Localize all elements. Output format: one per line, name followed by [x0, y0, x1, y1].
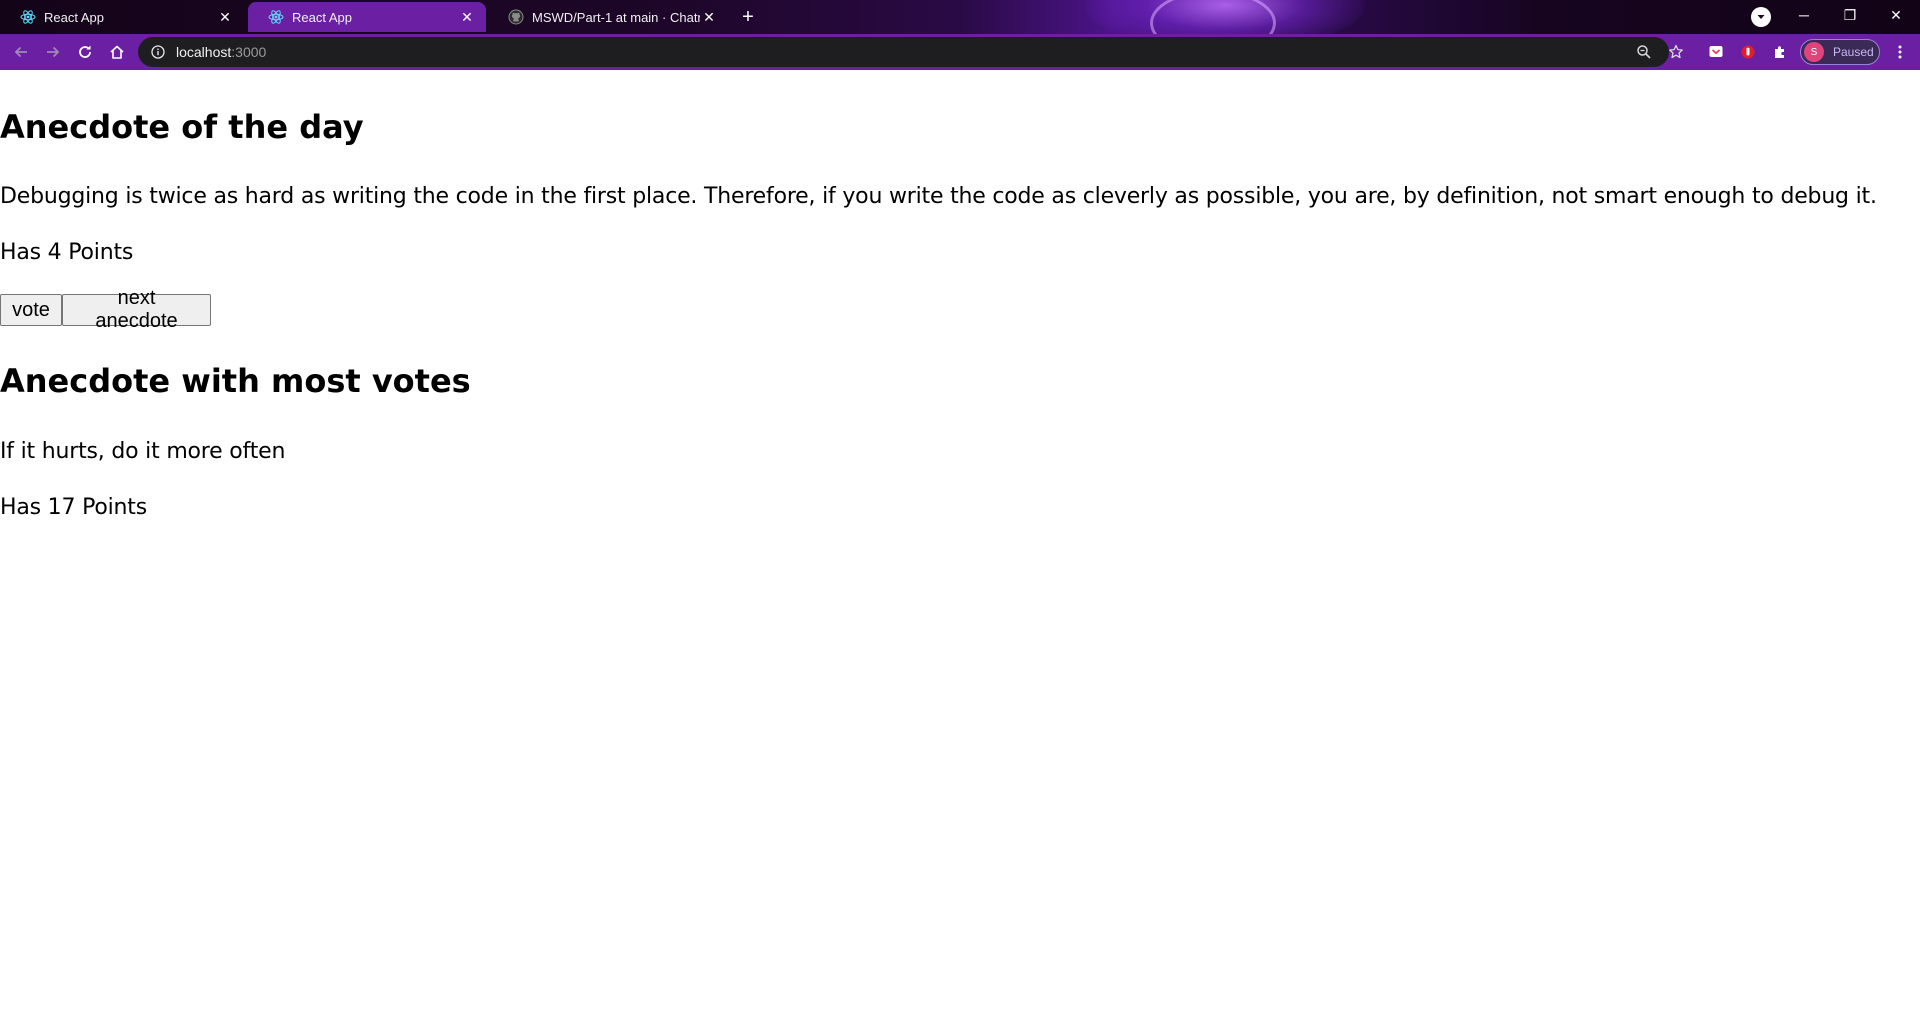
- avatar: S: [1804, 42, 1824, 62]
- close-window-button[interactable]: ✕: [1873, 0, 1919, 30]
- browser-toolbar: localhost:3000 S Paused: [0, 34, 1920, 70]
- arrow-right-icon: [47, 46, 60, 58]
- tab-title: React App: [292, 9, 352, 25]
- minimize-button[interactable]: ─: [1781, 0, 1827, 30]
- address-bar[interactable]: localhost:3000: [138, 37, 1669, 67]
- react-icon: [268, 9, 284, 25]
- extension-pocket[interactable]: [1704, 40, 1728, 64]
- browser-tab-strip: React App ✕ React App ✕ MSWD/Part-1 at m…: [0, 0, 1920, 34]
- profile-button[interactable]: S Paused: [1800, 39, 1880, 65]
- zoom-button[interactable]: [1632, 40, 1656, 64]
- reload-icon: [79, 45, 91, 58]
- tab-github-mswd[interactable]: MSWD/Part-1 at main · Chatnasu ✕: [488, 2, 728, 32]
- home-button[interactable]: [105, 40, 129, 64]
- most-votes-heading: Anecdote with most votes: [0, 362, 471, 400]
- arrow-left-icon: [14, 46, 27, 58]
- tab-search-button[interactable]: [1751, 7, 1771, 27]
- vote-button[interactable]: vote: [0, 294, 62, 326]
- top-anecdote-text: If it hurts, do it more often: [0, 439, 286, 464]
- close-icon[interactable]: ✕: [216, 8, 234, 26]
- tab-title: React App: [44, 9, 104, 25]
- info-icon[interactable]: [150, 44, 166, 60]
- puzzle-icon: [1775, 46, 1784, 58]
- bookmark-button[interactable]: [1664, 40, 1688, 64]
- forward-button[interactable]: [41, 40, 65, 64]
- anecdote-text: Debugging is twice as hard as writing th…: [0, 184, 1877, 209]
- new-tab-button[interactable]: +: [737, 6, 759, 28]
- browser-menu-button[interactable]: [1888, 40, 1912, 64]
- react-icon: [20, 9, 36, 25]
- reload-button[interactable]: [73, 40, 97, 64]
- close-icon[interactable]: ✕: [700, 8, 718, 26]
- back-button[interactable]: [9, 40, 33, 64]
- extensions-button[interactable]: [1768, 40, 1792, 64]
- more-vertical-icon: [1898, 45, 1902, 59]
- url-host: localhost: [176, 44, 232, 60]
- profile-status: Paused: [1833, 45, 1874, 59]
- next-anecdote-button[interactable]: next anecdote: [62, 287, 211, 332]
- anecdote-of-the-day-heading: Anecdote of the day: [0, 108, 364, 146]
- zoom-icon: [1637, 45, 1651, 59]
- star-icon: [1669, 44, 1683, 59]
- anecdote-points: Has 4 Points: [0, 240, 134, 265]
- chevron-down-icon: [1757, 15, 1765, 19]
- pocket-icon: [1709, 46, 1723, 57]
- theme-background-art-ring: [1150, 0, 1276, 34]
- extension-shield[interactable]: [1736, 40, 1760, 64]
- top-anecdote-points: Has 17 Points: [0, 495, 147, 520]
- home-icon: [110, 45, 124, 59]
- url-port: :3000: [231, 44, 267, 60]
- tab-react-app-1[interactable]: React App ✕: [0, 2, 244, 32]
- tab-react-app-2[interactable]: React App ✕: [248, 2, 486, 32]
- restore-button[interactable]: ❐: [1827, 0, 1873, 30]
- page-viewport: Anecdote of the day Debugging is twice a…: [0, 70, 1920, 1028]
- tab-title: MSWD/Part-1 at main · Chatnasu: [532, 9, 700, 25]
- github-icon: [508, 9, 524, 25]
- extension-red-icon: [1741, 45, 1755, 59]
- close-icon[interactable]: ✕: [458, 8, 476, 26]
